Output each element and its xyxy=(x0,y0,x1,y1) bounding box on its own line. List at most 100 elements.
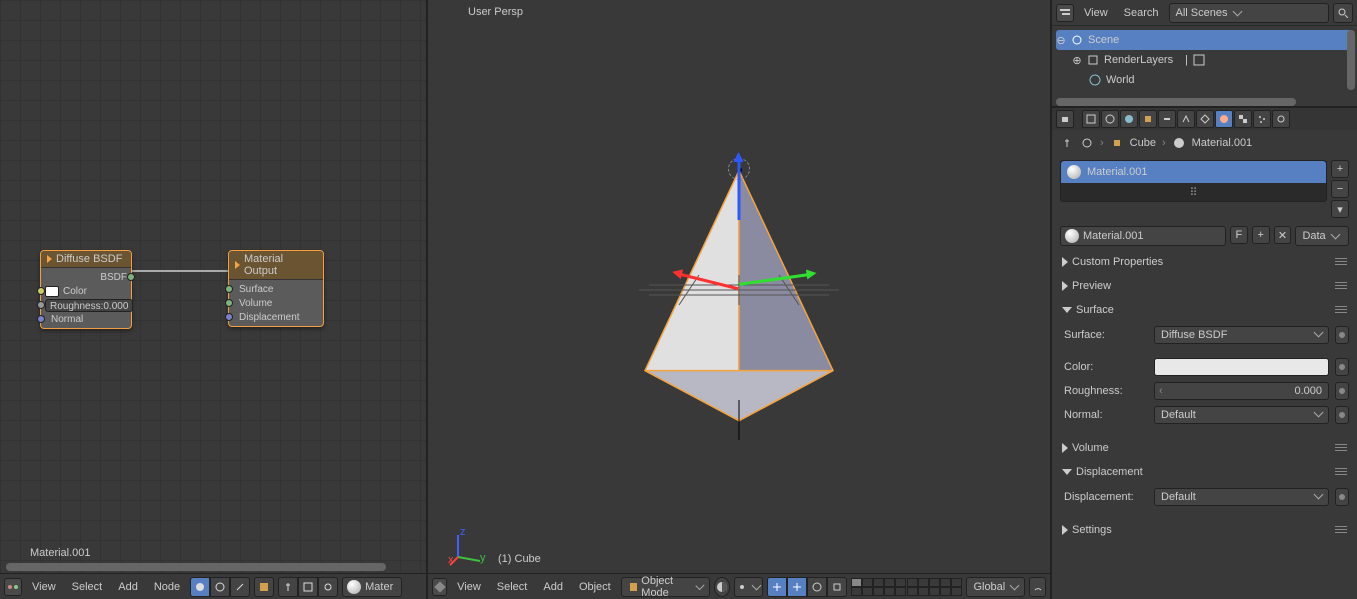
outliner-tree[interactable]: ⊖Scene ⊕RenderLayers| World xyxy=(1052,26,1357,106)
displacement-node-button[interactable] xyxy=(1335,488,1349,506)
menu-view[interactable]: View xyxy=(451,577,487,597)
outliner-world-row[interactable]: World xyxy=(1056,70,1353,90)
remove-slot-button[interactable]: − xyxy=(1331,180,1349,198)
node-hscroll[interactable] xyxy=(6,563,386,571)
node-material-output[interactable]: Material Output Surface Volume Displacem… xyxy=(228,250,324,327)
material-id-field[interactable] xyxy=(1060,226,1226,246)
panel-displacement[interactable]: Displacement xyxy=(1060,462,1349,482)
displacement-dropdown[interactable]: Default xyxy=(1154,488,1329,506)
socket-color-in[interactable] xyxy=(37,287,45,295)
tab-constraints-icon[interactable] xyxy=(1158,110,1176,128)
surface-dropdown[interactable]: Diffuse BSDF xyxy=(1154,326,1329,344)
outliner-vscroll[interactable] xyxy=(1347,30,1355,90)
svg-text:z: z xyxy=(460,527,466,538)
pivot-dropdown[interactable] xyxy=(734,577,763,597)
tab-renderlayers-icon[interactable] xyxy=(1082,110,1100,128)
panel-settings[interactable]: Settings xyxy=(1060,520,1349,540)
panel-surface[interactable]: Surface xyxy=(1060,300,1349,320)
tab-particles-icon[interactable] xyxy=(1253,110,1271,128)
search-icon[interactable] xyxy=(1333,3,1353,23)
pin-icon[interactable] xyxy=(1060,136,1074,150)
material-name-input[interactable] xyxy=(1083,230,1225,242)
shading-mode-icon[interactable] xyxy=(714,577,731,597)
fake-user-button[interactable]: F xyxy=(1230,226,1248,244)
tab-render-icon[interactable] xyxy=(1056,110,1074,128)
tab-data-icon[interactable] xyxy=(1196,110,1214,128)
manip-toggle-icon[interactable] xyxy=(767,577,787,597)
socket-volume-in[interactable] xyxy=(225,299,233,307)
outliner-renderlayers-row[interactable]: ⊕RenderLayers| xyxy=(1056,50,1353,70)
tab-modifiers-icon[interactable] xyxy=(1177,110,1195,128)
socket-normal-in[interactable] xyxy=(37,315,45,323)
roughness-field[interactable]: 0.000 xyxy=(1154,382,1329,400)
new-material-button[interactable]: + xyxy=(1252,226,1270,244)
color-node-button[interactable] xyxy=(1335,358,1349,376)
manip-scale-icon[interactable] xyxy=(827,577,847,597)
menu-search[interactable]: Search xyxy=(1118,3,1165,23)
menu-object[interactable]: Object xyxy=(573,577,617,597)
snap-icon[interactable] xyxy=(1029,577,1046,597)
tab-material-icon[interactable] xyxy=(1215,110,1233,128)
manipulator-z[interactable] xyxy=(738,160,741,220)
color-swatch[interactable] xyxy=(45,286,59,297)
tab-world-icon[interactable] xyxy=(1120,110,1138,128)
node-canvas[interactable]: Diffuse BSDF BSDF Color Roughness:0.000 … xyxy=(0,0,426,573)
material-slot-list[interactable]: Material.001 ⠿ xyxy=(1060,160,1327,202)
socket-roughness-in[interactable] xyxy=(37,301,45,309)
panel-custom-properties[interactable]: Custom Properties xyxy=(1060,252,1349,272)
manip-rotate-icon[interactable] xyxy=(807,577,827,597)
roughness-field[interactable]: Roughness:0.000 xyxy=(45,299,133,312)
use-nodes-icon[interactable] xyxy=(254,577,274,597)
breadcrumb-material[interactable]: Material.001 xyxy=(1192,137,1253,149)
normal-dropdown[interactable]: Default xyxy=(1154,406,1329,424)
material-slot-row[interactable]: Material.001 xyxy=(1061,161,1326,183)
socket-bsdf-out[interactable] xyxy=(127,273,135,281)
manip-translate-icon[interactable] xyxy=(787,577,807,597)
surface-node-button[interactable] xyxy=(1335,326,1349,344)
tab-physics-icon[interactable] xyxy=(1272,110,1290,128)
node-title[interactable]: Material Output xyxy=(229,251,323,280)
list-grip[interactable]: ⠿ xyxy=(1061,183,1326,201)
add-slot-button[interactable]: + xyxy=(1331,160,1349,178)
material-datablock[interactable]: Mater xyxy=(342,577,402,597)
editor-type-icon[interactable] xyxy=(432,578,447,596)
roughness-node-button[interactable] xyxy=(1335,382,1349,400)
menu-select[interactable]: Select xyxy=(66,577,109,597)
panel-volume[interactable]: Volume xyxy=(1060,438,1349,458)
menu-view[interactable]: View xyxy=(1078,3,1114,23)
shader-world-icon[interactable] xyxy=(210,577,230,597)
mode-dropdown[interactable]: Object Mode xyxy=(621,577,710,597)
link-dropdown[interactable]: Data xyxy=(1295,226,1349,246)
unlink-button[interactable]: ✕ xyxy=(1274,226,1292,244)
slot-specials-button[interactable]: ▾ xyxy=(1331,200,1349,218)
pin-icon[interactable] xyxy=(278,577,298,597)
tab-scene-icon[interactable] xyxy=(1101,110,1119,128)
orientation-dropdown[interactable]: Global xyxy=(966,577,1025,597)
editor-type-icon[interactable] xyxy=(1056,4,1074,22)
menu-add[interactable]: Add xyxy=(537,577,569,597)
viewport-canvas[interactable]: User Persp z y x (1) Cube xyxy=(428,0,1050,573)
panel-preview[interactable]: Preview xyxy=(1060,276,1349,296)
menu-add[interactable]: Add xyxy=(112,577,144,597)
socket-surface-in[interactable] xyxy=(225,285,233,293)
node-title[interactable]: Diffuse BSDF xyxy=(41,251,131,268)
breadcrumb-object[interactable]: Cube xyxy=(1130,137,1156,149)
backdrop-icon[interactable] xyxy=(298,577,318,597)
outliner-scene-row[interactable]: ⊖Scene xyxy=(1056,30,1353,50)
shader-line-icon[interactable] xyxy=(230,577,250,597)
menu-node[interactable]: Node xyxy=(148,577,186,597)
tab-object-icon[interactable] xyxy=(1139,110,1157,128)
socket-disp-in[interactable] xyxy=(225,313,233,321)
node-diffuse-bsdf[interactable]: Diffuse BSDF BSDF Color Roughness:0.000 … xyxy=(40,250,132,329)
color-field[interactable] xyxy=(1154,358,1329,376)
layer-buttons[interactable] xyxy=(851,578,962,596)
menu-view[interactable]: View xyxy=(26,577,62,597)
auto-render-icon[interactable] xyxy=(318,577,338,597)
outliner-filter-dropdown[interactable]: All Scenes xyxy=(1169,3,1329,23)
menu-select[interactable]: Select xyxy=(491,577,534,597)
normal-node-button[interactable] xyxy=(1335,406,1349,424)
shader-object-icon[interactable] xyxy=(190,577,210,597)
outliner-hscroll[interactable] xyxy=(1056,98,1296,106)
editor-type-icon[interactable] xyxy=(4,578,22,596)
tab-texture-icon[interactable] xyxy=(1234,110,1252,128)
